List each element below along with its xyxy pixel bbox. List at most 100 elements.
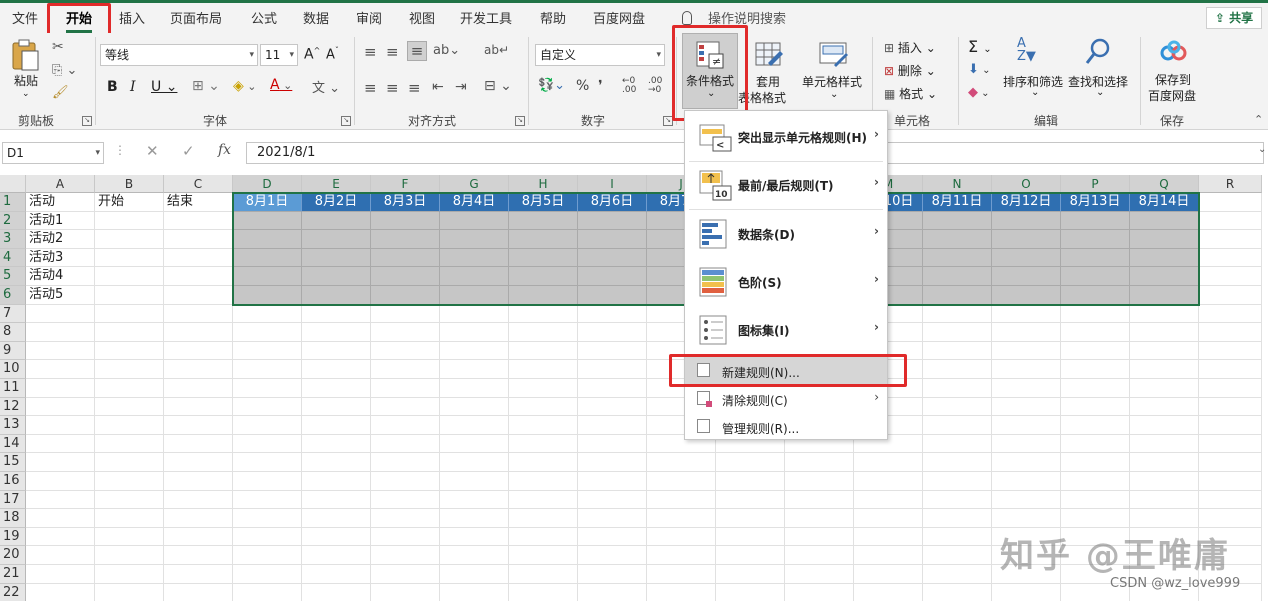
cell[interactable] xyxy=(923,267,992,286)
cell[interactable] xyxy=(1061,267,1130,286)
fill-icon[interactable]: ⬇ ⌄ xyxy=(968,62,990,77)
cell[interactable] xyxy=(302,453,371,472)
cell[interactable] xyxy=(440,341,509,361)
cell[interactable] xyxy=(1130,267,1199,286)
cell[interactable] xyxy=(1130,490,1199,510)
cell[interactable] xyxy=(164,416,233,435)
cell[interactable] xyxy=(26,360,95,379)
select-all-corner[interactable] xyxy=(0,175,26,193)
cell[interactable] xyxy=(509,453,578,472)
cell[interactable] xyxy=(509,416,578,435)
cell[interactable] xyxy=(95,286,164,305)
cell[interactable] xyxy=(164,286,233,305)
cell[interactable] xyxy=(509,286,578,305)
date-header-cell[interactable]: 8月4日 xyxy=(440,193,509,212)
cell[interactable] xyxy=(440,546,509,565)
cell[interactable] xyxy=(578,397,647,417)
cell[interactable] xyxy=(164,490,233,510)
row-header[interactable]: 17 xyxy=(0,490,26,510)
cell[interactable] xyxy=(233,248,302,268)
cell[interactable]: 活动5 xyxy=(26,286,95,305)
cell[interactable] xyxy=(302,490,371,510)
cell[interactable] xyxy=(647,453,716,472)
cell[interactable] xyxy=(923,434,992,454)
cell[interactable] xyxy=(923,211,992,231)
cell[interactable] xyxy=(233,434,302,454)
cell[interactable] xyxy=(233,527,302,547)
cell[interactable] xyxy=(371,341,440,361)
cell[interactable] xyxy=(1061,286,1130,305)
cell[interactable] xyxy=(164,397,233,417)
cell[interactable] xyxy=(509,248,578,268)
cell[interactable] xyxy=(1199,230,1262,249)
find-select-button[interactable]: 查找和选择 ⌄ xyxy=(1066,37,1130,107)
menu-item-top-bottom-rules[interactable]: 10 最前/最后规则(T) › xyxy=(685,161,887,209)
clipboard-launcher-icon[interactable]: ↘ xyxy=(82,116,92,126)
cell[interactable] xyxy=(440,490,509,510)
cell[interactable] xyxy=(164,472,233,491)
cell[interactable] xyxy=(992,434,1061,454)
cell[interactable] xyxy=(992,304,1061,324)
cell[interactable]: 结束 xyxy=(164,193,233,212)
paste-button[interactable] xyxy=(10,39,42,73)
cell[interactable] xyxy=(95,230,164,249)
cell[interactable] xyxy=(440,472,509,491)
cell[interactable] xyxy=(1061,323,1130,342)
cell[interactable] xyxy=(371,267,440,286)
cell[interactable]: 活动3 xyxy=(26,248,95,268)
cell[interactable] xyxy=(302,379,371,398)
increase-indent-icon[interactable]: ⇥ xyxy=(455,79,467,95)
cell[interactable] xyxy=(26,341,95,361)
number-format-select[interactable]: 自定义 ▾ xyxy=(535,44,665,66)
cell[interactable] xyxy=(233,565,302,584)
cell[interactable] xyxy=(716,509,785,528)
date-header-cell[interactable]: 8月6日 xyxy=(578,193,647,212)
cell[interactable] xyxy=(302,248,371,268)
cell[interactable] xyxy=(26,434,95,454)
cell[interactable] xyxy=(371,472,440,491)
cell[interactable] xyxy=(95,304,164,324)
cell[interactable] xyxy=(1061,397,1130,417)
cell[interactable] xyxy=(1130,434,1199,454)
cell[interactable] xyxy=(716,453,785,472)
cell[interactable] xyxy=(923,248,992,268)
cell[interactable] xyxy=(923,397,992,417)
cell[interactable] xyxy=(371,211,440,231)
cell[interactable] xyxy=(26,527,95,547)
cell[interactable] xyxy=(95,509,164,528)
cell[interactable] xyxy=(1199,286,1262,305)
cell[interactable] xyxy=(233,416,302,435)
row-header[interactable]: 10 xyxy=(0,360,26,379)
cell[interactable] xyxy=(578,230,647,249)
comma-icon[interactable]: ❜ xyxy=(598,78,603,94)
date-header-cell[interactable]: 8月14日 xyxy=(1130,193,1199,212)
cell[interactable] xyxy=(854,583,923,601)
decrease-font-icon[interactable]: Aˇ xyxy=(326,46,339,62)
cell[interactable] xyxy=(164,230,233,249)
cell[interactable] xyxy=(233,509,302,528)
cell[interactable] xyxy=(578,248,647,268)
italic-button[interactable]: I xyxy=(130,79,136,95)
number-launcher-icon[interactable]: ↘ xyxy=(663,116,673,126)
cell[interactable] xyxy=(923,286,992,305)
cell[interactable] xyxy=(854,565,923,584)
cell[interactable] xyxy=(1130,211,1199,231)
column-header[interactable]: G xyxy=(440,175,509,193)
cell[interactable] xyxy=(95,248,164,268)
cell[interactable] xyxy=(371,379,440,398)
cell[interactable] xyxy=(509,434,578,454)
cell[interactable] xyxy=(302,509,371,528)
cell[interactable] xyxy=(233,490,302,510)
wrap-text-icon[interactable]: ab↵ xyxy=(484,43,509,57)
cell[interactable] xyxy=(1199,434,1262,454)
cell[interactable] xyxy=(371,360,440,379)
menu-item-color-scales[interactable]: 色阶(S) › xyxy=(685,258,887,306)
cell[interactable] xyxy=(716,490,785,510)
cut-icon[interactable]: ✂ xyxy=(52,39,64,55)
cell[interactable]: 活动2 xyxy=(26,230,95,249)
cell[interactable] xyxy=(440,583,509,601)
cell[interactable] xyxy=(1199,360,1262,379)
cell[interactable]: 活动4 xyxy=(26,267,95,286)
cell[interactable] xyxy=(992,397,1061,417)
format-as-table-button[interactable]: 套用 表格格式 xyxy=(738,39,798,109)
